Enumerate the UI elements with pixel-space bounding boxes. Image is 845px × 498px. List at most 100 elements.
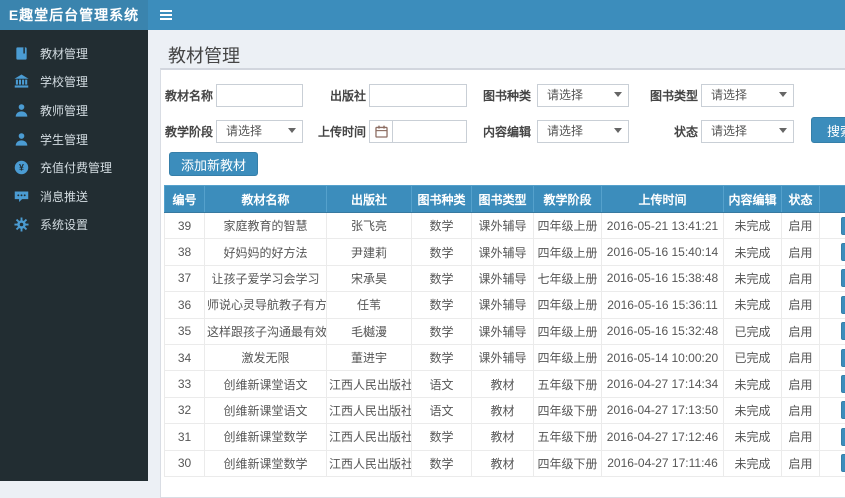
cell-upload-time: 2016-04-27 17:12:46 — [602, 424, 724, 450]
row-action-button[interactable] — [841, 401, 845, 419]
cell-actions — [820, 371, 845, 397]
book-icon — [14, 46, 29, 61]
cell-category: 数学 — [412, 318, 472, 344]
cell-status: 启用 — [782, 397, 820, 423]
cell-actions — [820, 239, 845, 265]
row-action-button[interactable] — [841, 454, 845, 472]
table-row: 33创维新课堂语文江西人民出版社语文教材五年级下册2016-04-27 17:1… — [165, 371, 845, 397]
chevron-down-icon — [779, 128, 787, 133]
row-action-button[interactable] — [841, 428, 845, 446]
search-button[interactable]: 搜索 — [811, 117, 845, 143]
publisher-input[interactable] — [369, 84, 467, 107]
cell-actions — [820, 397, 845, 423]
sidebar-item-teacher[interactable]: 教师管理 — [0, 96, 148, 125]
book-category-select[interactable]: 请选择 — [537, 84, 629, 107]
cell-actions — [820, 213, 845, 239]
sidebar: 教材管理 学校管理 教师管理 学生管理 ¥ 充值付费管理 消息推送 系统设置 — [0, 30, 148, 481]
cell-stage: 七年级上册 — [534, 265, 602, 291]
row-action-button[interactable] — [841, 349, 845, 367]
chevron-down-icon — [779, 92, 787, 97]
status-select[interactable]: 请选择 — [701, 120, 794, 143]
cell-type: 课外辅导 — [472, 265, 534, 291]
textbook-name-label: 教材名称 — [163, 84, 213, 108]
sidebar-item-book[interactable]: 教材管理 — [0, 39, 148, 68]
cell-status: 启用 — [782, 450, 820, 476]
student-icon — [14, 132, 29, 147]
cell-publisher: 江西人民出版社 — [327, 371, 412, 397]
cell-id: 30 — [165, 450, 205, 476]
content-box: 教材名称 出版社 图书种类 请选择 图书类型 请选择 教学阶段 请选择 上传时间… — [160, 68, 845, 498]
cell-content-edit: 未完成 — [724, 213, 782, 239]
textbooks-table-wrap: 编号教材名称出版社图书种类图书类型教学阶段上传时间内容编辑状态 39家庭教育的智… — [164, 185, 845, 477]
row-action-button[interactable] — [841, 217, 845, 235]
sidebar-item-school[interactable]: 学校管理 — [0, 68, 148, 97]
col-status: 状态 — [782, 186, 820, 213]
cell-id: 32 — [165, 397, 205, 423]
chevron-down-icon — [288, 128, 296, 133]
cell-content-edit: 未完成 — [724, 450, 782, 476]
row-action-button[interactable] — [841, 375, 845, 393]
sidebar-item-payment[interactable]: ¥ 充值付费管理 — [0, 153, 148, 182]
cell-upload-time: 2016-05-16 15:32:48 — [602, 318, 724, 344]
cell-upload-time: 2016-05-14 10:00:20 — [602, 344, 724, 370]
cell-content-edit: 未完成 — [724, 397, 782, 423]
col-content-edit: 内容编辑 — [724, 186, 782, 213]
cell-publisher: 江西人民出版社 — [327, 424, 412, 450]
textbooks-table: 编号教材名称出版社图书种类图书类型教学阶段上传时间内容编辑状态 39家庭教育的智… — [164, 185, 845, 477]
svg-text:¥: ¥ — [19, 163, 24, 173]
cell-status: 启用 — [782, 424, 820, 450]
cell-actions — [820, 265, 845, 291]
app-title: E趣堂后台管理系统 — [0, 0, 148, 30]
textbook-name-input[interactable] — [216, 84, 303, 107]
cell-stage: 四年级下册 — [534, 450, 602, 476]
upload-time-label: 上传时间 — [318, 120, 366, 144]
cell-publisher: 江西人民出版社 — [327, 450, 412, 476]
row-action-button[interactable] — [841, 269, 845, 287]
cell-name: 激发无限 — [205, 344, 327, 370]
table-header-row: 编号教材名称出版社图书种类图书类型教学阶段上传时间内容编辑状态 — [165, 186, 845, 213]
cell-id: 36 — [165, 292, 205, 318]
cell-status: 启用 — [782, 239, 820, 265]
cell-category: 数学 — [412, 450, 472, 476]
cell-stage: 四年级上册 — [534, 213, 602, 239]
table-row: 37让孩子爱学习会学习宋承昊数学课外辅导七年级上册2016-05-16 15:3… — [165, 265, 845, 291]
sidebar-item-message[interactable]: 消息推送 — [0, 182, 148, 211]
top-navbar: E趣堂后台管理系统 — [0, 0, 845, 30]
table-row: 39家庭教育的智慧张飞亮数学课外辅导四年级上册2016-05-21 13:41:… — [165, 213, 845, 239]
teaching-stage-select[interactable]: 请选择 — [216, 120, 303, 143]
row-action-button[interactable] — [841, 296, 845, 314]
cell-status: 启用 — [782, 344, 820, 370]
row-action-button[interactable] — [841, 243, 845, 261]
school-icon — [14, 74, 29, 89]
cell-category: 数学 — [412, 292, 472, 318]
chevron-down-icon — [614, 128, 622, 133]
col-type: 图书类型 — [472, 186, 534, 213]
cell-content-edit: 未完成 — [724, 371, 782, 397]
cell-content-edit: 已完成 — [724, 344, 782, 370]
table-row: 35这样跟孩子沟通最有效毛樾漫数学课外辅导四年级上册2016-05-16 15:… — [165, 318, 845, 344]
row-action-button[interactable] — [841, 322, 845, 340]
message-icon — [14, 189, 29, 204]
cell-category: 数学 — [412, 424, 472, 450]
book-type-select[interactable]: 请选择 — [701, 84, 794, 107]
cell-id: 35 — [165, 318, 205, 344]
upload-time-input[interactable] — [392, 120, 467, 143]
cell-type: 教材 — [472, 450, 534, 476]
table-row: 31创维新课堂数学江西人民出版社数学教材五年级下册2016-04-27 17:1… — [165, 424, 845, 450]
cell-name: 师说心灵导航教子有方 — [205, 292, 327, 318]
sidebar-item-settings[interactable]: 系统设置 — [0, 211, 148, 240]
cell-publisher: 任苇 — [327, 292, 412, 318]
content-edit-select[interactable]: 请选择 — [537, 120, 629, 143]
teaching-stage-label: 教学阶段 — [163, 120, 213, 144]
col-upload-time: 上传时间 — [602, 186, 724, 213]
table-row: 30创维新课堂数学江西人民出版社数学教材四年级下册2016-04-27 17:1… — [165, 450, 845, 476]
cell-category: 语文 — [412, 397, 472, 423]
cell-upload-time: 2016-05-21 13:41:21 — [602, 213, 724, 239]
cell-name: 这样跟孩子沟通最有效 — [205, 318, 327, 344]
sidebar-toggle-icon[interactable] — [148, 0, 184, 30]
sidebar-item-student[interactable]: 学生管理 — [0, 125, 148, 154]
add-textbook-button[interactable]: 添加新教材 — [169, 152, 258, 176]
cell-actions — [820, 450, 845, 476]
col-name: 教材名称 — [205, 186, 327, 213]
payment-icon: ¥ — [14, 160, 29, 175]
